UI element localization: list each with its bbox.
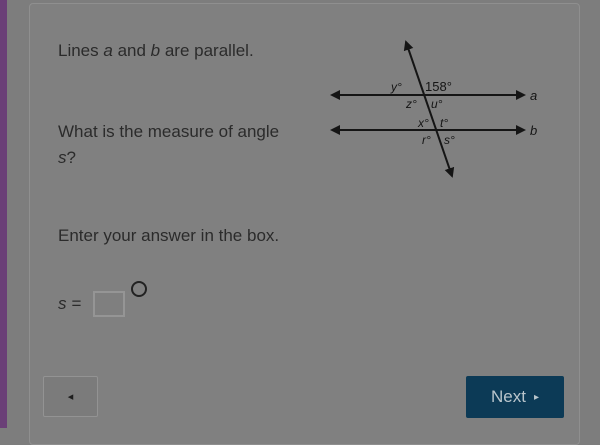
parallel-lines-diagram: y° 158° z° u° x° t° r° s° a b (330, 40, 537, 178)
answer-input[interactable] (93, 291, 125, 317)
var-b: b (150, 41, 161, 60)
back-button[interactable]: ◂ (43, 376, 98, 417)
degree-symbol-icon (131, 281, 147, 297)
angle-label-t: t° (440, 116, 448, 130)
statement-suffix: are parallel. (160, 41, 254, 60)
answer-instruction: Enter your answer in the box. (58, 226, 280, 245)
question-statement: Lines a and b are parallel. (58, 38, 254, 64)
angle-label-u: u° (431, 97, 443, 111)
answer-label: s = (58, 294, 82, 313)
angle-label-158: 158° (425, 79, 452, 94)
line-label-a: a (530, 88, 537, 103)
accent-bar (0, 0, 7, 428)
angle-label-z: z° (405, 97, 417, 111)
angle-label-y: y° (390, 80, 402, 94)
question-prompt: What is the measure of angle s? (58, 119, 298, 171)
back-arrow-icon: ◂ (67, 391, 74, 403)
statement-prefix: Lines (58, 41, 104, 60)
angle-label-r: r° (422, 133, 431, 147)
var-s: s (58, 148, 67, 167)
var-a: a (103, 41, 113, 60)
angle-label-s: s° (444, 133, 455, 147)
prompt-qmark: ? (66, 148, 76, 167)
next-arrow-icon: ▸ (533, 391, 539, 403)
next-button[interactable]: Next ▸ (466, 376, 564, 418)
line-label-b: b (530, 123, 537, 138)
angle-label-x: x° (417, 116, 429, 130)
prompt-text: What is the measure of angle (58, 122, 280, 141)
statement-and: and (112, 41, 151, 60)
next-button-label: Next (491, 387, 526, 406)
